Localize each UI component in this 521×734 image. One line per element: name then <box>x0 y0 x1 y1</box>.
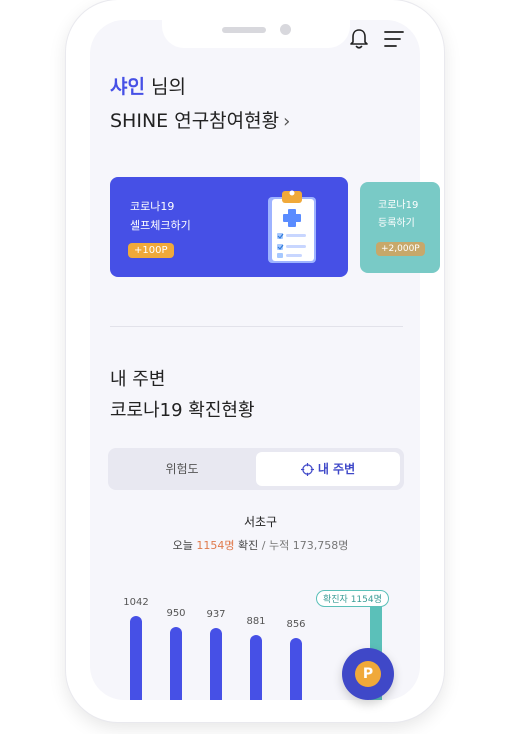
selfcheck-card-line1: 코로나19 <box>130 200 175 213</box>
greeting: 샤인 님의 <box>110 78 186 97</box>
district-name: 서초구 <box>243 515 278 529</box>
camera-dot <box>280 24 291 35</box>
bar-value-label: 856 <box>286 619 306 630</box>
clipboard-check-icon <box>268 190 316 263</box>
points-badge: +2,000P <box>376 242 425 256</box>
cumulative-count: / 누적 173,758명 <box>258 539 349 552</box>
register-card-line1: 코로나19 <box>378 200 419 211</box>
bell-icon[interactable] <box>349 28 369 50</box>
points-icon: P <box>355 661 381 687</box>
today-count: 1154명 <box>196 539 235 552</box>
confirmed-cases-tag: 확진자 1154명 <box>316 590 389 607</box>
section-title-line1: 내 주변 <box>110 369 166 390</box>
bar-value-label: 937 <box>206 609 226 621</box>
view-toggle: 위험도 내 주변 <box>108 448 404 490</box>
case-summary: 오늘 1154명 확진 / 누적 173,758명 <box>0 537 521 553</box>
today-suffix: 확진 <box>234 539 259 552</box>
chart-bar <box>130 616 142 700</box>
participation-title-link[interactable]: SHINE 연구참여현황 › <box>110 112 290 131</box>
chart-bar <box>250 635 262 700</box>
today-prefix: 오늘 <box>172 539 197 552</box>
section-title-line2: 코로나19 확진현황 <box>110 400 255 421</box>
crosshair-icon <box>300 463 314 476</box>
register-card-line2: 등록하기 <box>378 218 415 229</box>
register-card-text: 코로나19 등록하기 <box>378 197 418 233</box>
bar-value-label: 881 <box>246 616 266 628</box>
chevron-right-icon: › <box>283 111 291 132</box>
greeting-suffix: 님의 <box>144 76 186 98</box>
bar-value-label: 950 <box>166 607 186 619</box>
selfcheck-card-line2: 셀프체크하기 <box>130 219 191 232</box>
selfcheck-card-text: 코로나19 셀프체크하기 <box>130 197 191 235</box>
tab-nearby-label: 내 주변 <box>317 462 356 476</box>
phone-notch <box>162 20 350 48</box>
points-badge: +100P <box>128 243 174 258</box>
chart-bar <box>170 626 182 700</box>
page-title: SHINE 연구참여현황 <box>110 110 280 132</box>
menu-icon[interactable] <box>384 30 404 48</box>
chart-bar <box>210 628 222 700</box>
chart-bar <box>290 638 302 700</box>
register-card[interactable]: 코로나19 등록하기 +2,000P <box>360 182 440 273</box>
tab-nearby[interactable]: 내 주변 <box>256 452 400 486</box>
tab-risk[interactable]: 위험도 <box>108 448 256 490</box>
user-name: 샤인 <box>110 76 145 98</box>
bar-value-label: 1042 <box>123 597 149 608</box>
points-fab-button[interactable]: P <box>342 648 394 700</box>
section-divider <box>110 326 403 327</box>
selfcheck-card[interactable]: 코로나19 셀프체크하기 +100P <box>110 177 348 277</box>
speaker-grille <box>222 27 266 33</box>
